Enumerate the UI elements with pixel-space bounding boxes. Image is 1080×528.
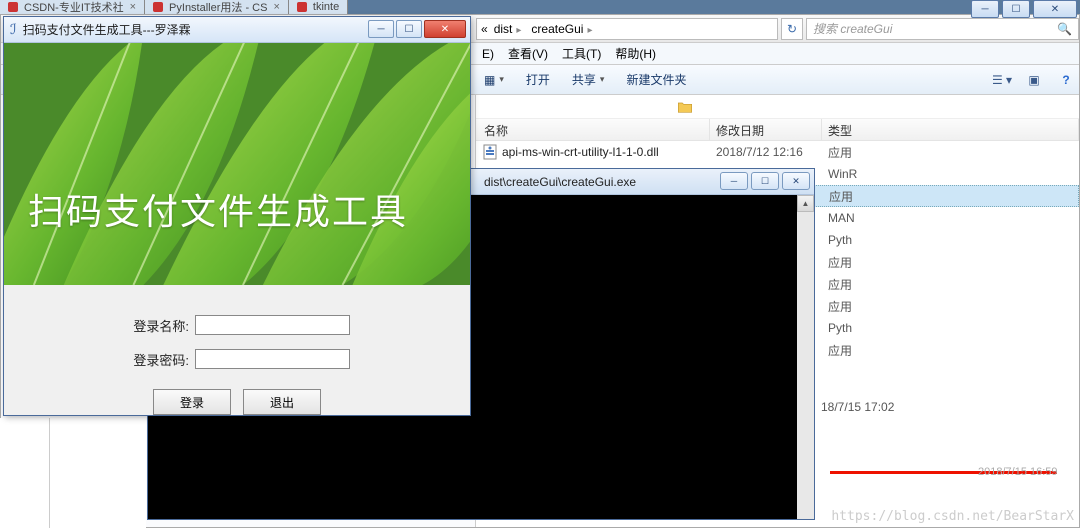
- browser-tab-bar: CSDN-专业IT技术社 × PyInstaller用法 - CS × tkin…: [0, 0, 1080, 14]
- maximize-button[interactable]: ☐: [1002, 0, 1030, 18]
- file-type-cell: 应用: [822, 144, 1079, 161]
- file-columns-header: 名称 修改日期 类型: [476, 119, 1079, 141]
- background-sliver: [50, 418, 146, 528]
- file-type-cell: Pyth: [822, 321, 1079, 335]
- breadcrumb-seg[interactable]: createGui: [527, 22, 596, 36]
- scroll-up-icon[interactable]: ▲: [797, 195, 814, 212]
- go-up-folder[interactable]: [476, 95, 1079, 119]
- hero-image: 扫码支付文件生成工具: [4, 43, 470, 285]
- dll-icon: [482, 144, 498, 160]
- login-form: 登录名称: 登录密码: 登录 退出: [4, 285, 470, 415]
- refresh-button[interactable]: ↻: [781, 18, 803, 40]
- toolbar-open[interactable]: 打开: [518, 67, 558, 92]
- watermark: https://blog.csdn.net/BearStarX: [831, 509, 1074, 524]
- file-type-cell: 应用: [822, 276, 1079, 293]
- bottom-date-label: 2018/7/15 16:59: [978, 466, 1058, 478]
- close-button[interactable]: ✕: [424, 20, 466, 38]
- minimize-button[interactable]: ─: [971, 0, 999, 18]
- login-input[interactable]: [195, 315, 350, 335]
- browser-tab[interactable]: PyInstaller用法 - CS ×: [145, 0, 289, 14]
- login-label: 登录名称:: [124, 316, 189, 335]
- console-window-controls: ─ ☐ ✕: [720, 172, 810, 190]
- menu-view[interactable]: 查看(V): [502, 43, 554, 64]
- maximize-button[interactable]: ☐: [751, 172, 779, 190]
- window-controls: ─ ☐ ✕: [971, 0, 1077, 18]
- password-label: 登录密码:: [124, 350, 189, 369]
- table-row[interactable]: api-ms-win-crt-utility-l1-1-0.dll2018/7/…: [476, 141, 1079, 163]
- tab-label: tkinte: [313, 1, 339, 13]
- close-icon[interactable]: ×: [130, 1, 136, 13]
- file-type-cell: 应用: [822, 254, 1079, 271]
- menu-e[interactable]: E): [476, 45, 500, 63]
- csdn-icon: [153, 2, 163, 12]
- menu-tools[interactable]: 工具(T): [556, 43, 607, 64]
- browser-tab[interactable]: tkinte: [289, 0, 348, 14]
- minimize-button[interactable]: ─: [720, 172, 748, 190]
- file-type-cell: Pyth: [822, 233, 1079, 247]
- exit-button[interactable]: 退出: [243, 389, 321, 415]
- menu-help[interactable]: 帮助(H): [609, 43, 662, 64]
- tab-label: CSDN-专业IT技术社: [24, 0, 124, 14]
- column-type[interactable]: 类型: [822, 119, 1079, 140]
- tab-label: PyInstaller用法 - CS: [169, 0, 267, 14]
- folder-up-icon: [676, 99, 694, 115]
- csdn-icon: [297, 2, 307, 12]
- search-icon: 🔍: [1057, 22, 1072, 36]
- file-name-cell: api-ms-win-crt-utility-l1-1-0.dll: [476, 144, 710, 160]
- view-mode-icon[interactable]: ☰ ▾: [989, 69, 1015, 91]
- column-name[interactable]: 名称: [476, 119, 710, 140]
- file-type-cell: 应用: [823, 188, 1078, 205]
- background-sliver: [0, 418, 50, 528]
- close-button[interactable]: ✕: [1033, 0, 1077, 18]
- file-type-cell: 应用: [822, 342, 1079, 359]
- status-bar-date: 18/7/15 17:02: [815, 398, 1063, 418]
- scrollbar-vertical[interactable]: ▲: [797, 195, 814, 519]
- toolbar-newfolder[interactable]: 新建文件夹: [618, 67, 694, 92]
- toolbar-organize[interactable]: ▦: [476, 69, 512, 91]
- login-button[interactable]: 登录: [153, 389, 231, 415]
- password-input[interactable]: [195, 349, 350, 369]
- close-icon[interactable]: ×: [273, 1, 279, 13]
- minimize-button[interactable]: ─: [368, 20, 394, 38]
- tk-title: 扫码支付文件生成工具---罗泽霖: [23, 21, 191, 38]
- column-date[interactable]: 修改日期: [710, 119, 822, 140]
- tk-title-bar[interactable]: ℐ 扫码支付文件生成工具---罗泽霖 ─ ☐ ✕: [4, 17, 470, 43]
- tk-app-window: ℐ 扫码支付文件生成工具---罗泽霖 ─ ☐ ✕: [3, 16, 471, 416]
- browser-tab[interactable]: CSDN-专业IT技术社 ×: [0, 0, 145, 14]
- breadcrumb[interactable]: « dist createGui: [476, 18, 778, 40]
- preview-pane-icon[interactable]: ▣: [1021, 69, 1047, 91]
- hero-title: 扫码支付文件生成工具: [28, 183, 408, 235]
- breadcrumb-seg[interactable]: dist: [490, 22, 526, 36]
- close-button[interactable]: ✕: [782, 172, 810, 190]
- search-placeholder: 搜索 createGui: [813, 20, 892, 37]
- csdn-icon: [8, 2, 18, 12]
- feather-icon: ℐ: [10, 21, 17, 38]
- toolbar-share[interactable]: 共享: [564, 67, 613, 92]
- maximize-button[interactable]: ☐: [396, 20, 422, 38]
- file-date-cell: 2018/7/12 12:16: [710, 145, 822, 159]
- search-input[interactable]: 搜索 createGui 🔍: [806, 18, 1079, 40]
- file-type-cell: MAN: [822, 211, 1079, 225]
- tk-window-controls: ─ ☐ ✕: [368, 20, 466, 38]
- help-icon[interactable]: ?: [1053, 69, 1079, 91]
- file-type-cell: 应用: [822, 298, 1079, 315]
- file-type-cell: WinR: [822, 167, 1079, 181]
- breadcrumb-prefix: «: [481, 22, 488, 36]
